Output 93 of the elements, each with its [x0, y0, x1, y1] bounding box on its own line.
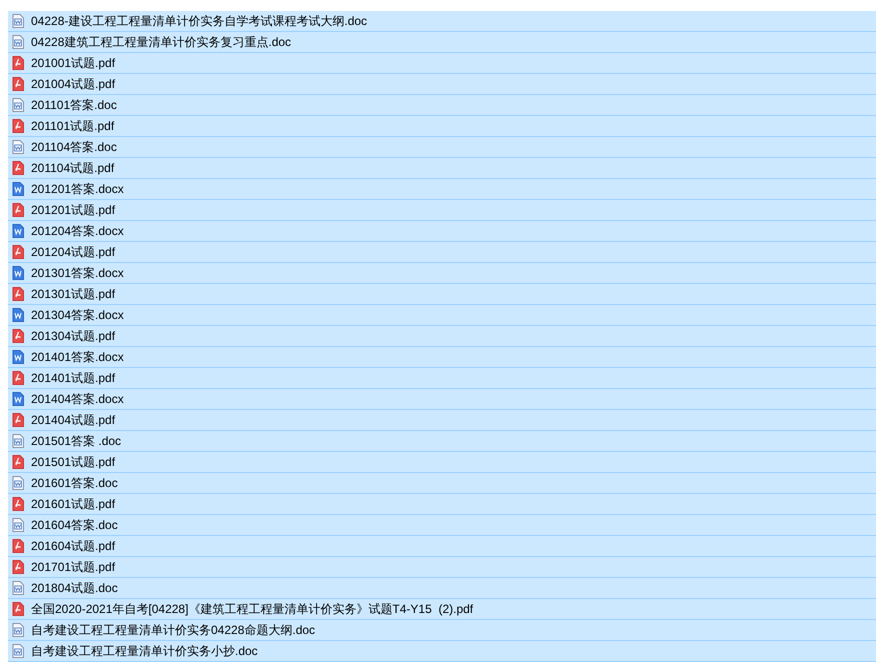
file-row[interactable]: 201301试题.pdf — [8, 284, 876, 305]
pdf-file-icon — [12, 371, 24, 385]
document-icon — [12, 35, 24, 49]
file-name: 201401试题.pdf — [31, 372, 116, 384]
file-name: 201104试题.pdf — [31, 162, 114, 174]
file-row[interactable]: 201701试题.pdf — [8, 557, 876, 578]
file-row[interactable]: 201601答案.doc — [8, 473, 876, 494]
pdf-file-icon — [12, 287, 24, 301]
file-name: 201001试题.pdf — [31, 57, 116, 69]
file-row[interactable]: 201604答案.doc — [8, 515, 876, 536]
word-file-icon — [12, 224, 24, 238]
file-row[interactable]: 201404答案.docx — [8, 389, 876, 410]
file-row[interactable]: 201001试题.pdf — [8, 53, 876, 74]
word-file-icon — [12, 350, 24, 364]
pdf-file-icon — [12, 245, 24, 259]
file-name: 201404答案.docx — [31, 393, 124, 405]
document-icon — [12, 98, 24, 112]
document-icon — [12, 644, 24, 658]
file-row[interactable]: 201604试题.pdf — [8, 536, 876, 557]
document-icon — [12, 434, 24, 448]
file-row[interactable]: 201401试题.pdf — [8, 368, 876, 389]
file-row[interactable]: 201401答案.docx — [8, 347, 876, 368]
file-name: 201204答案.docx — [31, 225, 124, 237]
pdf-file-icon — [12, 413, 24, 427]
file-name: 201004试题.pdf — [31, 78, 116, 90]
file-name: 201701试题.pdf — [31, 561, 116, 573]
file-row[interactable]: 201204试题.pdf — [8, 242, 876, 263]
file-name: 自考建设工程工程量清单计价实务04228命题大纲.doc — [31, 624, 316, 636]
file-row[interactable]: 04228建筑工程工程量清单计价实务复习重点.doc — [8, 32, 876, 53]
file-row[interactable]: 201104答案.doc — [8, 137, 876, 158]
pdf-file-icon — [12, 203, 24, 217]
file-row[interactable]: 201101答案.doc — [8, 95, 876, 116]
file-name: 201101试题.pdf — [31, 120, 114, 132]
document-icon — [12, 14, 24, 28]
file-row[interactable]: 201501试题.pdf — [8, 452, 876, 473]
document-icon — [12, 518, 24, 532]
file-name: 201404试题.pdf — [31, 414, 116, 426]
file-name: 201201试题.pdf — [31, 204, 116, 216]
file-name: 201601答案.doc — [31, 477, 118, 489]
word-file-icon — [12, 392, 24, 406]
file-name: 201604答案.doc — [31, 519, 118, 531]
file-row[interactable]: 201404试题.pdf — [8, 410, 876, 431]
pdf-file-icon — [12, 77, 24, 91]
file-name: 自考建设工程工程量清单计价实务小抄.doc — [31, 645, 258, 657]
file-name: 201204试题.pdf — [31, 246, 116, 258]
word-file-icon — [12, 266, 24, 280]
file-name: 201601试题.pdf — [31, 498, 116, 510]
file-row[interactable]: 201101试题.pdf — [8, 116, 876, 137]
file-name: 201401答案.docx — [31, 351, 124, 363]
pdf-file-icon — [12, 455, 24, 469]
file-row[interactable]: 04228-建设工程工程量清单计价实务自学考试课程考试大纲.doc — [8, 11, 876, 32]
file-name: 201201答案.docx — [31, 183, 124, 195]
file-name: 201304答案.docx — [31, 309, 124, 321]
file-row[interactable]: 201501答案 .doc — [8, 431, 876, 452]
pdf-file-icon — [12, 56, 24, 70]
file-row[interactable]: 201601试题.pdf — [8, 494, 876, 515]
file-row[interactable]: 201201试题.pdf — [8, 200, 876, 221]
file-name: 201304试题.pdf — [31, 330, 116, 342]
file-row[interactable]: 201301答案.docx — [8, 263, 876, 284]
file-name: 201501答案 .doc — [31, 435, 122, 447]
file-name: 201301试题.pdf — [31, 288, 116, 300]
file-row[interactable]: 全国2020-2021年自考[04228]《建筑工程工程量清单计价实务》试题T4-Y15 (2).pdf — [8, 599, 876, 620]
file-name: 04228-建设工程工程量清单计价实务自学考试课程考试大纲.doc — [31, 15, 368, 27]
document-icon — [12, 476, 24, 490]
pdf-file-icon — [12, 539, 24, 553]
pdf-file-icon — [12, 497, 24, 511]
file-row[interactable]: 201804试题.doc — [8, 578, 876, 599]
file-row[interactable]: 自考建设工程工程量清单计价实务04228命题大纲.doc — [8, 620, 876, 641]
file-row[interactable]: 201104试题.pdf — [8, 158, 876, 179]
file-name: 201501试题.pdf — [31, 456, 116, 468]
pdf-file-icon — [12, 161, 24, 175]
file-name: 04228建筑工程工程量清单计价实务复习重点.doc — [31, 36, 292, 48]
file-row[interactable]: 201201答案.docx — [8, 179, 876, 200]
file-row[interactable]: 201204答案.docx — [8, 221, 876, 242]
file-row[interactable]: 自考建设工程工程量清单计价实务小抄.doc — [8, 641, 876, 662]
word-file-icon — [12, 182, 24, 196]
word-file-icon — [12, 308, 24, 322]
pdf-file-icon — [12, 560, 24, 574]
file-name: 201104答案.doc — [31, 141, 117, 153]
file-name: 201604试题.pdf — [31, 540, 116, 552]
file-name: 201301答案.docx — [31, 267, 124, 279]
pdf-file-icon — [12, 329, 24, 343]
file-name: 201804试题.doc — [31, 582, 118, 594]
pdf-file-icon — [12, 602, 24, 616]
file-row[interactable]: 201004试题.pdf — [8, 74, 876, 95]
document-icon — [12, 623, 24, 637]
document-icon — [12, 140, 24, 154]
file-name: 201101答案.doc — [31, 99, 117, 111]
file-name: 全国2020-2021年自考[04228]《建筑工程工程量清单计价实务》试题T4-Y15 (2).pdf — [31, 603, 474, 615]
file-row[interactable]: 201304试题.pdf — [8, 326, 876, 347]
pdf-file-icon — [12, 119, 24, 133]
file-row[interactable]: 201304答案.docx — [8, 305, 876, 326]
document-icon — [12, 581, 24, 595]
